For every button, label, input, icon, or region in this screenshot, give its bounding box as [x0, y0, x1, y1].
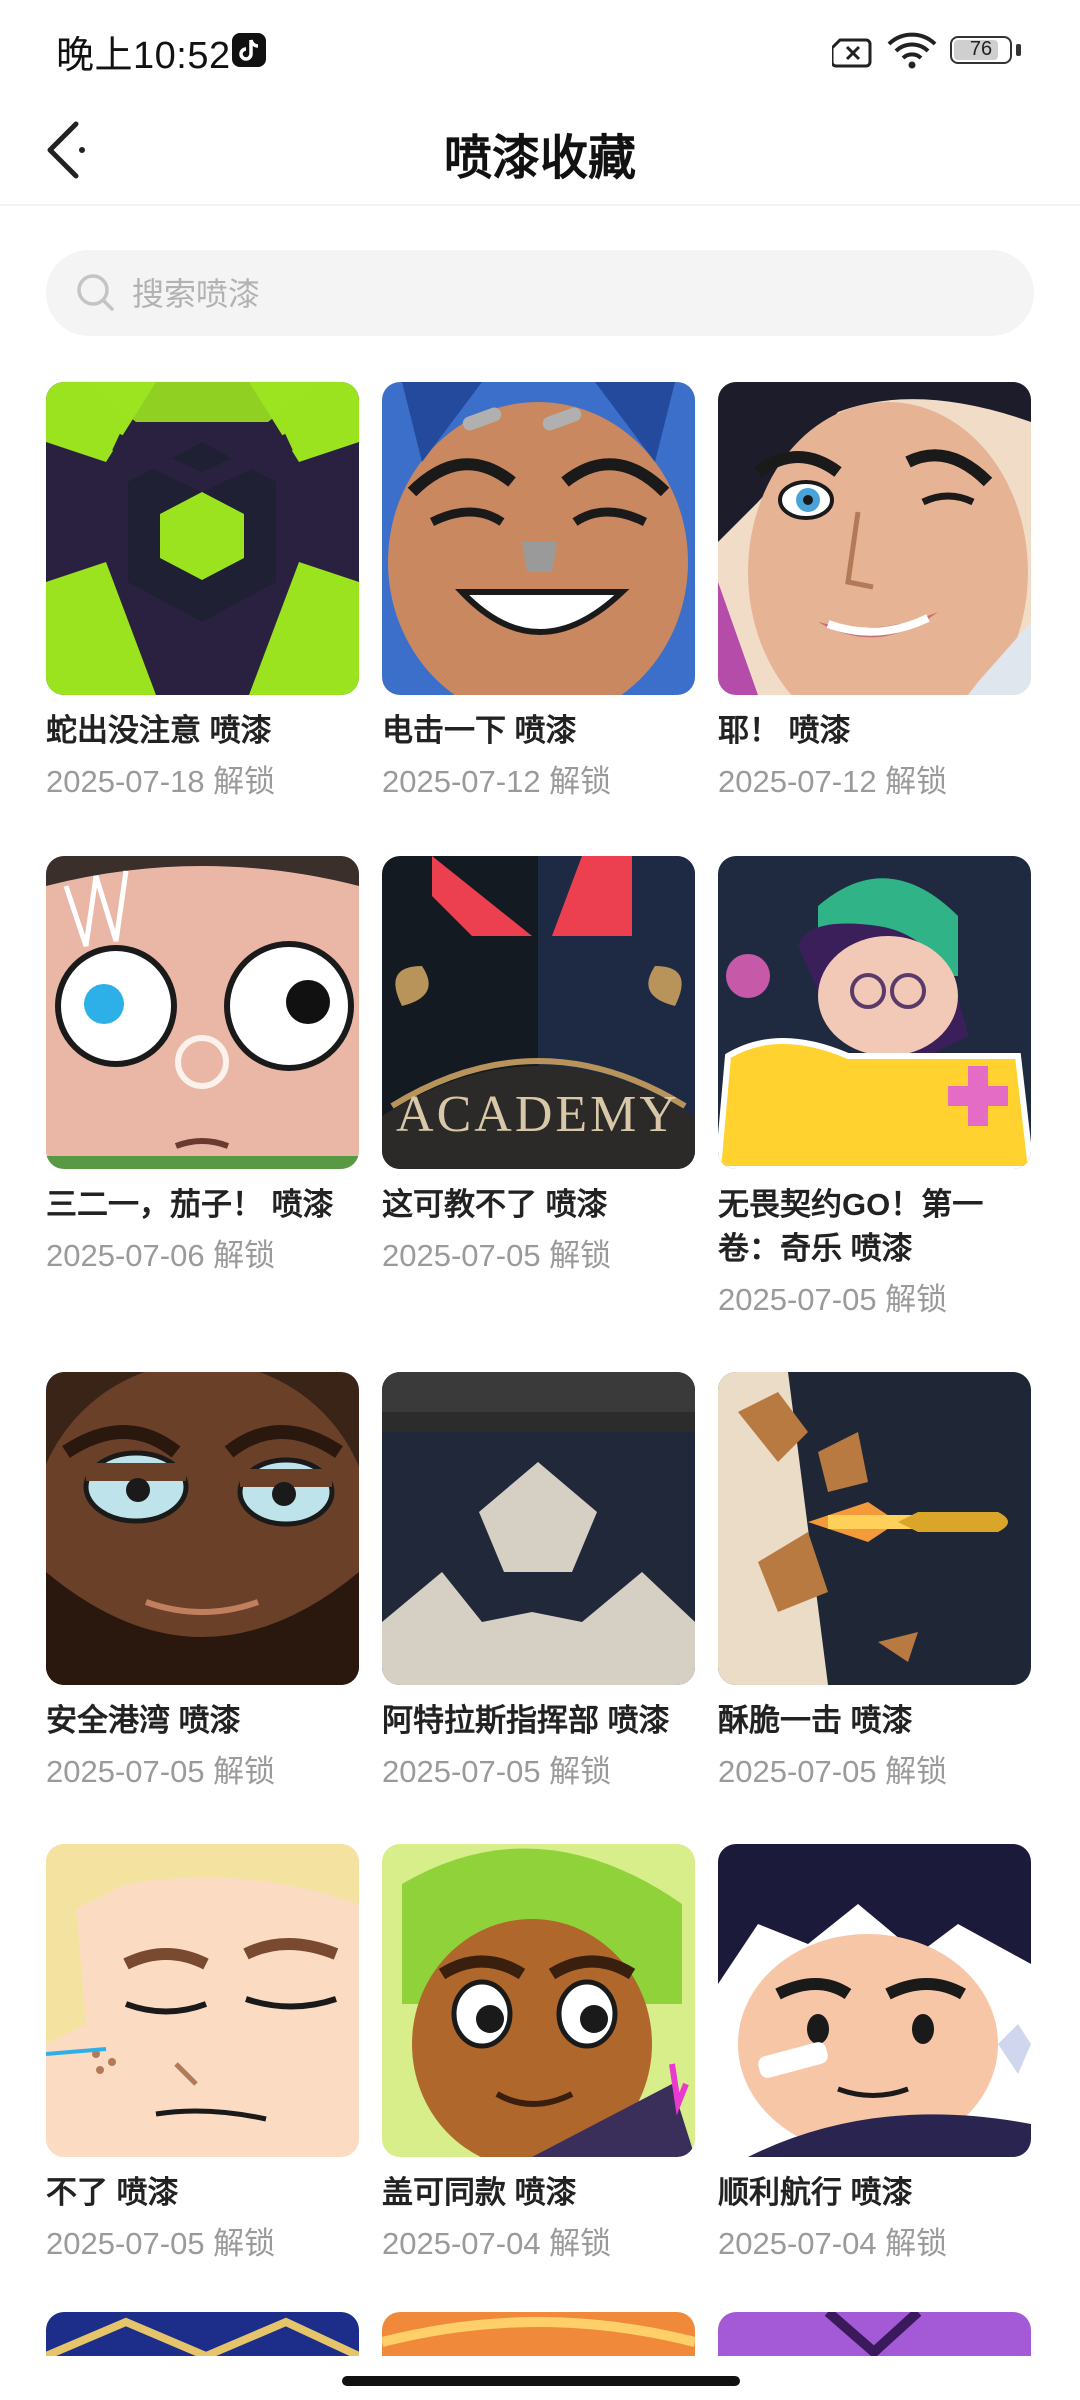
spray-item[interactable]: 蛇出没注意 喷漆 2025-07-18 解锁: [46, 382, 359, 803]
academy-text: ACADEMY: [396, 1086, 680, 1143]
search-box[interactable]: [46, 250, 1034, 338]
status-bar: 晚上10:52 76: [0, 0, 1080, 96]
search-input[interactable]: [130, 250, 994, 338]
spray-unlock-date: 2025-07-12 解锁: [382, 764, 612, 799]
spray-thumbnail: ACADEMY: [382, 856, 695, 1169]
spray-item[interactable]: 盖可同款 喷漆 2025-07-04 解锁: [382, 1844, 695, 2265]
spray-item[interactable]: ACADEMY 这可教不了 喷漆 2025-07-05 解锁: [382, 856, 695, 1277]
wifi-icon: [886, 32, 938, 75]
spray-thumbnail: [382, 1372, 695, 1685]
spray-item[interactable]: 三二一，茄子！ 喷漆 2025-07-06 解锁: [46, 856, 359, 1277]
tiktok-icon: [232, 33, 266, 67]
spray-item[interactable]: 无畏契约GO！第一卷：奇乐 喷漆 2025-07-05 解锁: [718, 856, 1031, 1321]
spray-name: 这可教不了 喷漆: [382, 1187, 608, 1222]
header: 喷漆收藏: [0, 96, 1080, 206]
spray-item[interactable]: 耶！ 喷漆 2025-07-12 解锁: [718, 382, 1031, 803]
spray-item[interactable]: 顺利航行 喷漆 2025-07-04 解锁: [718, 1844, 1031, 2265]
spray-name: 耶！ 喷漆: [718, 713, 851, 748]
spray-thumbnail: [46, 856, 359, 1169]
no-sim-icon: [830, 38, 874, 73]
spray-unlock-date: 2025-07-06 解锁: [46, 1238, 276, 1273]
spray-name: 阿特拉斯指挥部 喷漆: [382, 1703, 670, 1738]
spray-thumbnail-partial[interactable]: [718, 2312, 1031, 2356]
spray-unlock-date: 2025-07-12 解锁: [718, 764, 948, 799]
spray-name: 盖可同款 喷漆: [382, 2175, 577, 2210]
spray-name: 电击一下 喷漆: [382, 713, 577, 748]
spray-unlock-date: 2025-07-05 解锁: [382, 1238, 612, 1273]
status-time: 晚上10:52: [56, 35, 231, 77]
spray-thumbnail: [718, 1372, 1031, 1685]
spray-name: 安全港湾 喷漆: [46, 1703, 241, 1738]
spray-name: 蛇出没注意 喷漆: [46, 713, 272, 748]
battery-icon: 76: [950, 36, 1012, 64]
spray-name: 酥脆一击 喷漆: [718, 1703, 913, 1738]
spray-item[interactable]: 酥脆一击 喷漆 2025-07-05 解锁: [718, 1372, 1031, 1793]
spray-thumbnail: [718, 382, 1031, 695]
spray-unlock-date: 2025-07-18 解锁: [46, 764, 276, 799]
spray-thumbnail-partial[interactable]: [382, 2312, 695, 2356]
search-icon: [74, 270, 118, 319]
spray-unlock-date: 2025-07-05 解锁: [718, 1282, 948, 1317]
spray-thumbnail: [46, 1844, 359, 2157]
spray-thumbnail: [718, 1844, 1031, 2157]
spray-thumbnail: [46, 1372, 359, 1685]
spray-thumbnail: [718, 856, 1031, 1169]
spray-unlock-date: 2025-07-04 解锁: [718, 2226, 948, 2261]
page-title: 喷漆收藏: [443, 132, 636, 185]
spray-unlock-date: 2025-07-05 解锁: [46, 2226, 276, 2261]
spray-thumbnail-partial[interactable]: [46, 2312, 359, 2356]
spray-unlock-date: 2025-07-05 解锁: [718, 1754, 948, 1789]
home-indicator[interactable]: [342, 2376, 740, 2386]
spray-name: 三二一，茄子！ 喷漆: [46, 1187, 334, 1222]
spray-name: 顺利航行 喷漆: [718, 2175, 913, 2210]
spray-thumbnail: [46, 382, 359, 695]
spray-unlock-date: 2025-07-04 解锁: [382, 2226, 612, 2261]
spray-item[interactable]: 不了 喷漆 2025-07-05 解锁: [46, 1844, 359, 2265]
spray-unlock-date: 2025-07-05 解锁: [46, 1754, 276, 1789]
spray-thumbnail: [382, 382, 695, 695]
spray-thumbnail: [382, 1844, 695, 2157]
spray-item[interactable]: 阿特拉斯指挥部 喷漆 2025-07-05 解锁: [382, 1372, 695, 1793]
battery-level: 76: [969, 38, 993, 60]
spray-unlock-date: 2025-07-05 解锁: [382, 1754, 612, 1789]
spray-item[interactable]: 安全港湾 喷漆 2025-07-05 解锁: [46, 1372, 359, 1793]
spray-name: 无畏契约GO！第一卷：奇乐 喷漆: [718, 1187, 984, 1266]
spray-name: 不了 喷漆: [46, 2175, 179, 2210]
battery-tip: [1016, 44, 1021, 56]
spray-item[interactable]: 电击一下 喷漆 2025-07-12 解锁: [382, 382, 695, 803]
